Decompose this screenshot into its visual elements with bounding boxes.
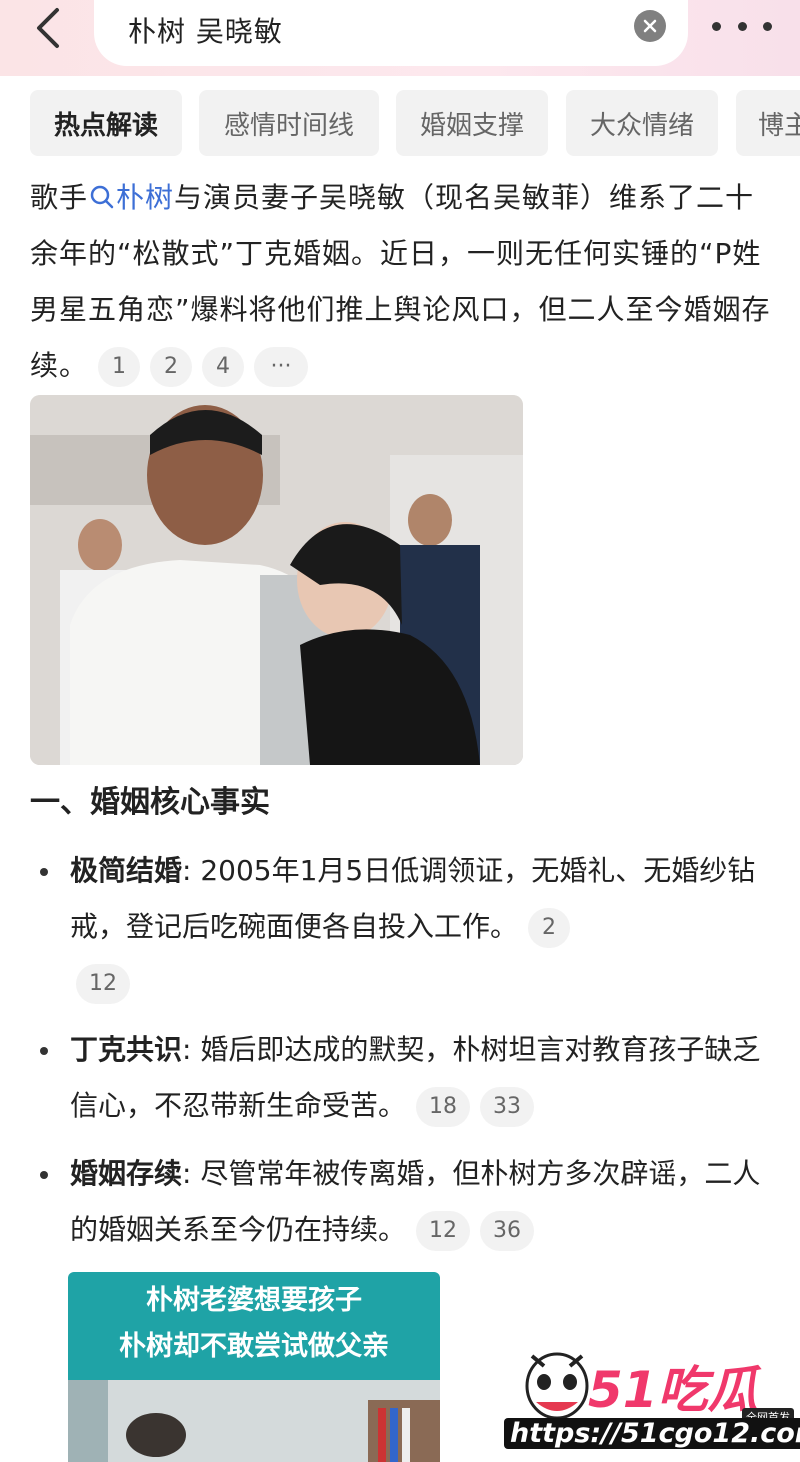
citation-badge[interactable]: 2 bbox=[528, 908, 571, 948]
more-citations-button[interactable]: ··· bbox=[254, 347, 309, 387]
search-query-text: 朴树 吴晓敏 bbox=[128, 15, 283, 48]
intro-prefix: 歌手 bbox=[30, 181, 89, 214]
intro-paragraph: 歌手 朴树与演员妻子吴晓敏（现名吴敏菲）维系了二十余年的“松散式”丁克婚姻。近日，… bbox=[30, 170, 780, 394]
citation-badge[interactable]: 12 bbox=[76, 964, 130, 1004]
video-scene bbox=[68, 1380, 440, 1462]
topic-tabs: 热点解读 感情时间线 婚姻支撑 大众情绪 博主 bbox=[0, 76, 800, 170]
top-bar: 朴树 吴晓敏 bbox=[0, 0, 800, 76]
citation-badge[interactable]: 33 bbox=[480, 1087, 535, 1127]
close-icon bbox=[643, 19, 657, 33]
fact-item: 婚姻存续: 尽管常年被传离婚，但朴树方多次辟谣，二人的婚姻关系至今仍在持续。 12… bbox=[40, 1146, 770, 1258]
clear-search-button[interactable] bbox=[634, 10, 666, 42]
video-caption-line: 朴树却不敢尝试做父亲 bbox=[119, 1331, 389, 1362]
citation-badge[interactable]: 36 bbox=[480, 1211, 535, 1251]
fact-term: 极简结婚 bbox=[70, 854, 183, 887]
tab-relationship-timeline[interactable]: 感情时间线 bbox=[199, 90, 379, 156]
citation-badge[interactable]: 4 bbox=[202, 347, 245, 387]
watermark-url: https://51cgo12.com bbox=[504, 1418, 800, 1449]
back-button[interactable] bbox=[26, 6, 70, 50]
search-icon bbox=[90, 185, 114, 209]
mascot-icon bbox=[525, 1352, 589, 1420]
couple-photo[interactable] bbox=[30, 395, 523, 765]
person-link[interactable]: 朴树 bbox=[88, 181, 174, 214]
tab-hot-interpretation[interactable]: 热点解读 bbox=[30, 90, 182, 156]
person-link-label: 朴树 bbox=[116, 181, 175, 214]
tab-bloggers[interactable]: 博主 bbox=[736, 90, 800, 156]
section-title: 一、婚姻核心事实 bbox=[30, 785, 270, 820]
video-scene-illustration bbox=[68, 1380, 440, 1462]
tab-marriage-support[interactable]: 婚姻支撑 bbox=[396, 90, 548, 156]
fact-item: 丁克共识: 婚后即达成的默契，朴树坦言对教育孩子缺乏信心，不忍带新生命受苦。 18… bbox=[40, 1022, 770, 1134]
fact-term: 丁克共识 bbox=[70, 1033, 183, 1066]
site-watermark: 51吃瓜 全网首发 https://51cgo12.com bbox=[500, 1340, 800, 1460]
more-options-button[interactable] bbox=[712, 10, 772, 42]
tab-public-sentiment[interactable]: 大众情绪 bbox=[566, 90, 718, 156]
video-caption-line: 朴树老婆想要孩子 bbox=[146, 1285, 362, 1316]
fact-item: 极简结婚: 2005年1月5日低调领证，无婚礼、无婚纱钻戒，登记后吃碗面便各自投… bbox=[40, 843, 770, 1011]
more-dots-icon bbox=[763, 21, 772, 31]
citation-badge[interactable]: 1 bbox=[98, 347, 141, 387]
video-caption: 朴树老婆想要孩子 朴树却不敢尝试做父亲 bbox=[68, 1272, 440, 1380]
search-input[interactable]: 朴树 吴晓敏 bbox=[94, 0, 688, 66]
citation-badge[interactable]: 2 bbox=[150, 347, 193, 387]
back-arrow-icon bbox=[37, 8, 59, 48]
video-thumbnail[interactable]: 朴树老婆想要孩子 朴树却不敢尝试做父亲 bbox=[68, 1272, 440, 1462]
more-dots-icon bbox=[712, 21, 721, 31]
watermark-logo: 51吃瓜 bbox=[588, 1361, 758, 1419]
more-dots-icon bbox=[737, 21, 747, 31]
citation-badge[interactable]: 12 bbox=[416, 1211, 471, 1251]
citation-badge[interactable]: 18 bbox=[416, 1087, 471, 1127]
fact-term: 婚姻存续 bbox=[70, 1157, 183, 1190]
photo-illustration bbox=[30, 395, 523, 765]
